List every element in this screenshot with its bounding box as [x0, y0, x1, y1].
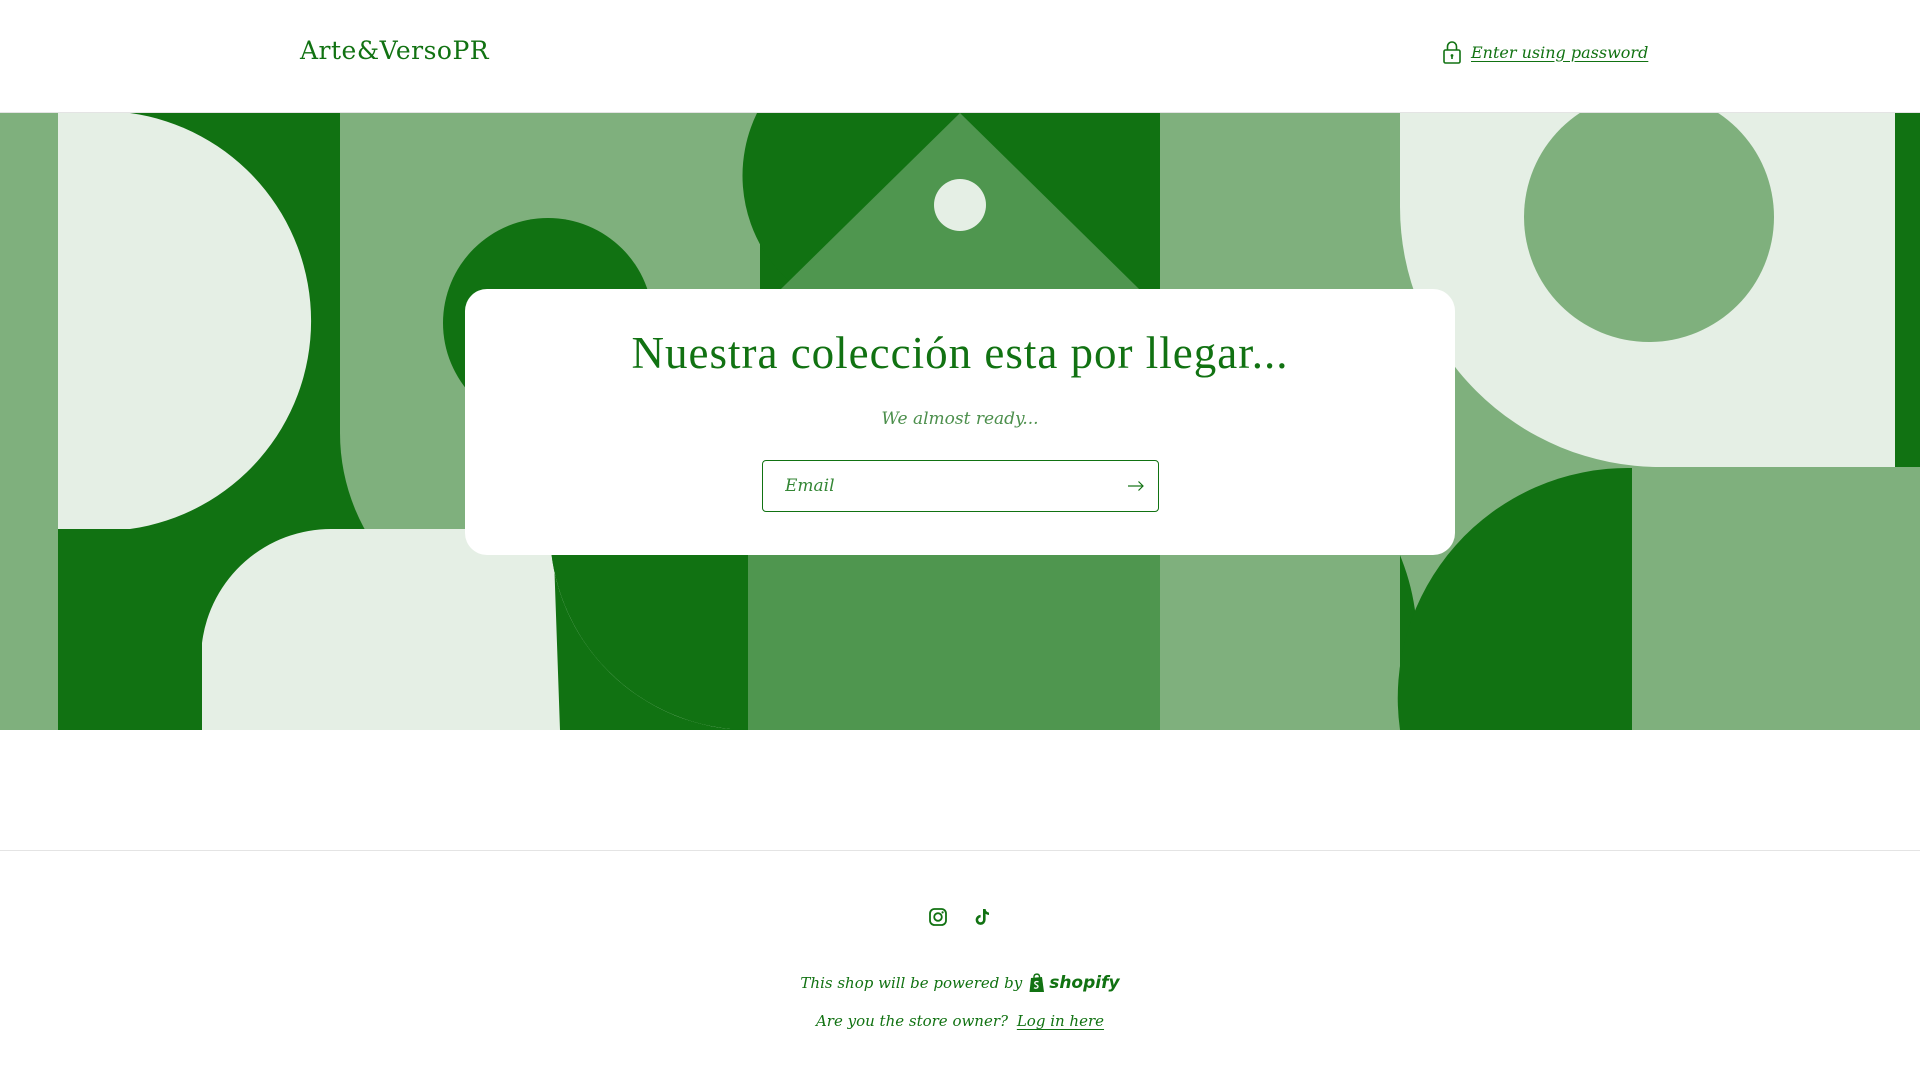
login-link[interactable]: Log in here	[1017, 1012, 1104, 1030]
shopify-logo-link[interactable]: shopify	[1028, 973, 1120, 993]
social-links	[0, 907, 1920, 927]
email-input[interactable]	[763, 461, 1103, 511]
signup-card: Nuestra colección esta por llegar... We …	[465, 289, 1455, 555]
powered-by-text: This shop will be powered by	[800, 974, 1023, 992]
store-owner-line: Are you the store owner? Log in here	[0, 1012, 1920, 1030]
page-title: Nuestra colección esta por llegar...	[631, 328, 1289, 378]
store-name[interactable]: Arte&VersoPR	[300, 36, 489, 65]
site-footer: This shop will be powered by shopify Are…	[0, 850, 1920, 1080]
page-subtitle: We almost ready...	[881, 409, 1039, 429]
lock-icon	[1443, 41, 1461, 64]
site-header: Arte&VersoPR Enter using password	[0, 0, 1920, 113]
enter-password-link[interactable]: Enter using password	[1441, 39, 1648, 65]
arrow-right-icon	[1128, 481, 1144, 491]
enter-password-label: Enter using password	[1471, 42, 1649, 62]
tiktok-icon[interactable]	[972, 907, 992, 927]
shopify-wordmark: shopify	[1049, 973, 1120, 993]
owner-question: Are you the store owner?	[815, 1012, 1009, 1030]
subscribe-button[interactable]	[1122, 472, 1150, 500]
hero-banner: Nuestra colección esta por llegar... We …	[0, 113, 1920, 730]
email-form	[762, 460, 1159, 512]
shopify-bag-icon	[1029, 973, 1045, 992]
powered-by: This shop will be powered by shopify	[0, 973, 1920, 993]
instagram-icon[interactable]	[928, 907, 948, 927]
